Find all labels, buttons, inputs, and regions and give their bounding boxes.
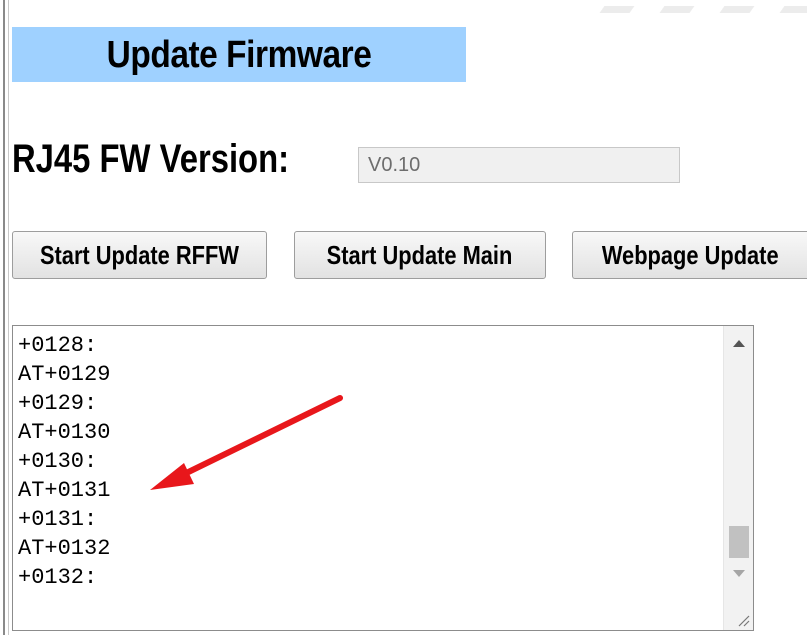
- decorative-dash: [719, 6, 755, 13]
- resize-grip-icon[interactable]: [736, 613, 750, 627]
- start-update-rffw-label: Start Update RFFW: [39, 239, 239, 270]
- log-scrollbar[interactable]: [723, 326, 753, 630]
- log-lines: +0128: AT+0129 +0129: AT+0130 +0130: AT+…: [18, 331, 110, 592]
- log-line: AT+0129: [18, 362, 111, 387]
- log-line: +0132:: [18, 565, 98, 590]
- decorative-dash: [779, 6, 807, 13]
- log-line: +0129:: [18, 391, 98, 416]
- left-border-line: [3, 0, 5, 635]
- scroll-down-arrow-icon[interactable]: [724, 562, 753, 584]
- webpage-update-label: Webpage Update: [601, 239, 779, 270]
- log-line: AT+0130: [18, 420, 111, 445]
- page-title-banner: Update Firmware: [12, 27, 466, 82]
- decorative-dash: [659, 6, 695, 13]
- webpage-update-button[interactable]: Webpage Update: [572, 231, 807, 279]
- left-border-line-inner: [8, 0, 9, 635]
- start-update-rffw-button[interactable]: Start Update RFFW: [12, 231, 267, 279]
- scroll-thumb[interactable]: [729, 526, 749, 558]
- decorative-dash: [599, 6, 635, 13]
- start-update-main-label: Start Update Main: [327, 239, 513, 270]
- log-line: +0128:: [18, 333, 98, 358]
- log-line: +0130:: [18, 449, 98, 474]
- fw-version-label: RJ45 FW Version:: [12, 137, 290, 181]
- scroll-up-arrow-icon[interactable]: [724, 332, 753, 354]
- start-update-main-button[interactable]: Start Update Main: [294, 231, 546, 279]
- update-log-textarea[interactable]: +0128: AT+0129 +0129: AT+0130 +0130: AT+…: [12, 325, 754, 631]
- log-line: AT+0131: [18, 478, 111, 503]
- log-line: +0131:: [18, 507, 98, 532]
- fw-version-field[interactable]: [358, 147, 680, 183]
- page-title: Update Firmware: [106, 34, 372, 76]
- log-line: AT+0132: [18, 536, 111, 561]
